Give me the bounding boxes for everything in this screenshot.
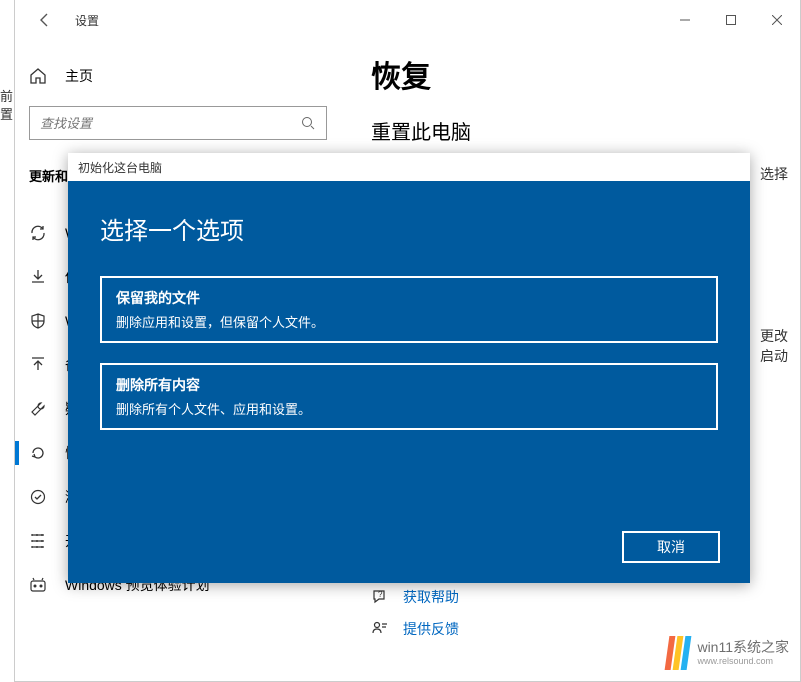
- truncated-text: 选择: [760, 164, 788, 184]
- option-description: 删除应用和设置，但保留个人文件。: [116, 312, 702, 331]
- help-links: ? 获取帮助 提供反馈: [371, 587, 459, 651]
- svg-text:?: ?: [378, 590, 383, 599]
- watermark-logo: [667, 636, 689, 670]
- activation-icon: [29, 488, 47, 506]
- insider-icon: [29, 576, 47, 594]
- wrench-icon: [29, 400, 47, 418]
- help-icon: ?: [371, 588, 389, 606]
- truncated-edge-text: 前: [0, 86, 13, 105]
- truncated-text: 更改: [760, 326, 788, 346]
- maximize-button[interactable]: [708, 5, 754, 35]
- close-button[interactable]: [754, 5, 800, 35]
- get-help-link[interactable]: ? 获取帮助: [371, 587, 459, 607]
- search-input[interactable]: [40, 116, 300, 131]
- feedback-link[interactable]: 提供反馈: [371, 619, 459, 639]
- page-title: 恢复: [371, 52, 790, 96]
- sidebar-home[interactable]: 主页: [29, 60, 339, 92]
- window-controls: [662, 5, 800, 35]
- dialog-title: 选择一个选项: [100, 211, 718, 246]
- watermark-url: www.relsound.com: [697, 656, 789, 666]
- section-title: 重置此电脑: [371, 116, 790, 145]
- titlebar: 设置: [15, 0, 800, 40]
- feedback-icon: [371, 620, 389, 638]
- dialog-header: 初始化这台电脑: [68, 153, 750, 181]
- main-content: 恢复 重置此电脑 选择 更改 启动 ? 获取帮助 提供反馈: [371, 52, 790, 153]
- watermark-brand: win11系统之家: [697, 640, 789, 655]
- watermark: win11系统之家 www.relsound.com: [667, 636, 789, 670]
- search-input-container[interactable]: [29, 106, 327, 140]
- developer-icon: [29, 532, 47, 550]
- delivery-icon: [29, 268, 47, 286]
- home-icon: [29, 67, 47, 85]
- option-title: 删除所有内容: [116, 375, 702, 395]
- option-title: 保留我的文件: [116, 288, 702, 308]
- dialog-body: 选择一个选项 保留我的文件 删除应用和设置，但保留个人文件。 删除所有内容 删除…: [68, 181, 750, 583]
- link-text: 获取帮助: [403, 587, 459, 607]
- recovery-icon: [29, 444, 47, 462]
- reset-pc-dialog: 初始化这台电脑 选择一个选项 保留我的文件 删除应用和设置，但保留个人文件。 删…: [68, 153, 750, 583]
- close-icon: [772, 15, 782, 25]
- link-text: 提供反馈: [403, 619, 459, 639]
- minimize-button[interactable]: [662, 5, 708, 35]
- search-icon: [300, 115, 316, 131]
- truncated-edge-text: 置: [0, 104, 13, 123]
- option-remove-everything[interactable]: 删除所有内容 删除所有个人文件、应用和设置。: [100, 363, 718, 430]
- arrow-left-icon: [37, 12, 53, 28]
- sync-icon: [29, 224, 47, 242]
- sidebar-home-label: 主页: [65, 66, 93, 86]
- shield-icon: [29, 312, 47, 330]
- maximize-icon: [726, 15, 736, 25]
- cancel-button[interactable]: 取消: [622, 531, 720, 563]
- window-title: 设置: [75, 12, 99, 29]
- option-keep-files[interactable]: 保留我的文件 删除应用和设置，但保留个人文件。: [100, 276, 718, 343]
- minimize-icon: [680, 15, 690, 25]
- option-description: 删除所有个人文件、应用和设置。: [116, 399, 702, 418]
- truncated-text: 启动: [760, 346, 788, 366]
- backup-icon: [29, 356, 47, 374]
- back-button[interactable]: [33, 8, 57, 32]
